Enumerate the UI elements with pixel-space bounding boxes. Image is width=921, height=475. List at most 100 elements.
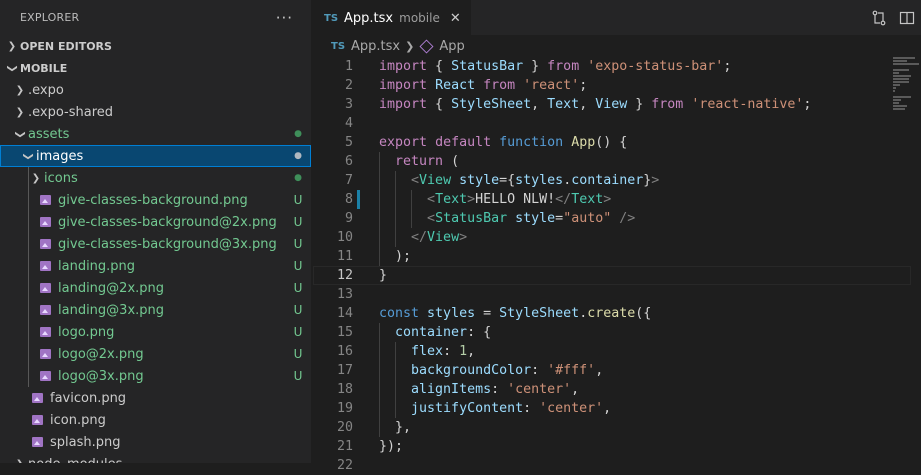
file-item[interactable]: logo@2x.png U: [0, 343, 311, 365]
code-line[interactable]: 9 <StatusBar style="auto" />: [311, 209, 921, 228]
line-number: 12: [336, 268, 353, 283]
file-item[interactable]: give-classes-background@2x.png U: [0, 211, 311, 233]
line-number: 21: [336, 439, 353, 454]
folder-item[interactable]: ❯ assets ●: [0, 123, 311, 145]
code-line[interactable]: 6 return (: [311, 152, 921, 171]
file-item[interactable]: icon.png: [0, 409, 311, 431]
code-line[interactable]: 1 import { StatusBar } from 'expo-status-…: [311, 57, 921, 76]
folder-item[interactable]: ❯node_modules: [0, 453, 311, 464]
git-status-badge: U: [293, 347, 303, 361]
git-status-badge: U: [293, 281, 303, 295]
chevron-down-icon: ❯: [6, 63, 18, 73]
line-number: 19: [336, 401, 353, 416]
chevron-right-icon: ❯: [15, 84, 25, 96]
vscode-window: EXPLORER ··· ❯ OPEN EDITORS ❯ MOBILE ❯ .e…: [0, 0, 921, 473]
image-file-icon: [32, 415, 43, 425]
image-file-icon: [40, 327, 51, 337]
tab-filename: App.tsx: [344, 10, 394, 26]
line-number: 20: [336, 420, 353, 435]
open-editors-section[interactable]: ❯ OPEN EDITORS: [0, 35, 311, 57]
file-item[interactable]: landing.png U: [0, 255, 311, 277]
code-line[interactable]: 20 },: [311, 418, 921, 437]
code-text: return (: [395, 154, 460, 169]
chevron-down-icon: ❯: [14, 129, 26, 139]
code-text: export default function App() {: [379, 135, 628, 150]
code-line[interactable]: 13: [311, 285, 921, 304]
split-editor-icon[interactable]: [893, 0, 921, 35]
breadcrumb: TS App.tsx ❯ App: [311, 35, 921, 57]
code-text: import { StatusBar } from 'expo-status-b…: [379, 59, 732, 74]
file-item[interactable]: give-classes-background.png U: [0, 189, 311, 211]
code-line[interactable]: 15 container: {: [311, 323, 921, 342]
code-text: },: [379, 420, 412, 435]
git-status-badge: ●: [294, 129, 302, 139]
breadcrumb-file[interactable]: App.tsx: [351, 39, 400, 54]
minimap-line: [893, 75, 911, 77]
open-changes-icon[interactable]: [865, 0, 893, 35]
tree-item-label: give-classes-background@3x.png: [58, 236, 277, 252]
tree-item-label: .expo: [28, 82, 64, 98]
file-item[interactable]: logo.png U: [0, 321, 311, 343]
code-line[interactable]: 18 alignItems: 'center',: [311, 380, 921, 399]
tree-item-label: splash.png: [50, 434, 121, 450]
folder-item[interactable]: ❯ images ●: [0, 145, 311, 167]
code-line[interactable]: 21});: [311, 437, 921, 456]
editor-actions: [865, 0, 921, 35]
code-line[interactable]: 8 <Text>HELLO NLW!</Text>: [311, 190, 921, 209]
explorer-sidebar: EXPLORER ··· ❯ OPEN EDITORS ❯ MOBILE ❯ .e…: [0, 0, 311, 463]
folder-item[interactable]: ❯ icons ●: [0, 167, 311, 189]
project-label: MOBILE: [20, 61, 68, 75]
image-file-icon: [32, 393, 43, 403]
image-file-icon: [40, 217, 51, 227]
file-item[interactable]: logo@3x.png U: [0, 365, 311, 387]
code-line[interactable]: 17 backgroundColor: '#fff',: [311, 361, 921, 380]
code-line[interactable]: 19 justifyContent: 'center',: [311, 399, 921, 418]
project-section[interactable]: ❯ MOBILE: [0, 57, 311, 79]
code-text: backgroundColor: '#fff',: [411, 363, 604, 378]
minimap[interactable]: [893, 57, 921, 117]
code-line[interactable]: 3 import { StyleSheet, Text, View } from …: [311, 95, 921, 114]
file-item[interactable]: splash.png: [0, 431, 311, 453]
chevron-down-icon: ❯: [22, 151, 34, 161]
code-line[interactable]: 11 );: [311, 247, 921, 266]
code-line[interactable]: 12}: [311, 266, 921, 285]
folder-item[interactable]: ❯ .expo: [0, 79, 311, 101]
line-number: 16: [336, 344, 353, 359]
tree-item-label: assets: [28, 126, 70, 142]
line-number: 11: [336, 249, 353, 264]
indent-guide: [28, 233, 29, 255]
file-item[interactable]: give-classes-background@3x.png U: [0, 233, 311, 255]
breadcrumb-symbol[interactable]: App: [439, 39, 464, 54]
code-editor[interactable]: 1 import { StatusBar } from 'expo-status-…: [311, 57, 921, 475]
chevron-right-icon: ❯: [12, 459, 28, 464]
minimap-line: [893, 102, 899, 104]
code-text: <Text>HELLO NLW!</Text>: [427, 192, 612, 207]
image-file-icon: [40, 349, 51, 359]
typescript-icon: TS: [324, 12, 339, 24]
tree-item-label: logo.png: [58, 324, 115, 340]
code-line[interactable]: 22: [311, 456, 921, 475]
minimap-line: [893, 81, 909, 83]
more-actions-icon[interactable]: ···: [276, 9, 293, 27]
tree-item-label: icons: [44, 170, 78, 186]
code-line[interactable]: 10 </View>: [311, 228, 921, 247]
image-file-icon: [40, 261, 51, 271]
folder-item[interactable]: ❯ .expo-shared: [0, 101, 311, 123]
code-line[interactable]: 7 <View style={styles.container}>: [311, 171, 921, 190]
function-symbol-icon: [419, 38, 434, 54]
code-text: import React from 'react';: [379, 78, 588, 93]
close-icon[interactable]: ✕: [450, 11, 461, 26]
code-line[interactable]: 5 export default function App() {: [311, 133, 921, 152]
code-line[interactable]: 2 import React from 'react';: [311, 76, 921, 95]
tab-app-tsx[interactable]: TS App.tsx mobile ✕: [311, 0, 471, 35]
code-line[interactable]: 14 const styles = StyleSheet.create({: [311, 304, 921, 323]
code-text: import { StyleSheet, Text, View } from '…: [379, 97, 812, 112]
file-item[interactable]: landing@3x.png U: [0, 299, 311, 321]
code-line[interactable]: 4: [311, 114, 921, 133]
image-file-icon: [40, 283, 51, 293]
file-item[interactable]: favicon.png: [0, 387, 311, 409]
line-number: 6: [344, 154, 353, 169]
chevron-right-icon: ❯: [15, 106, 25, 118]
file-item[interactable]: landing@2x.png U: [0, 277, 311, 299]
code-line[interactable]: 16 flex: 1,: [311, 342, 921, 361]
